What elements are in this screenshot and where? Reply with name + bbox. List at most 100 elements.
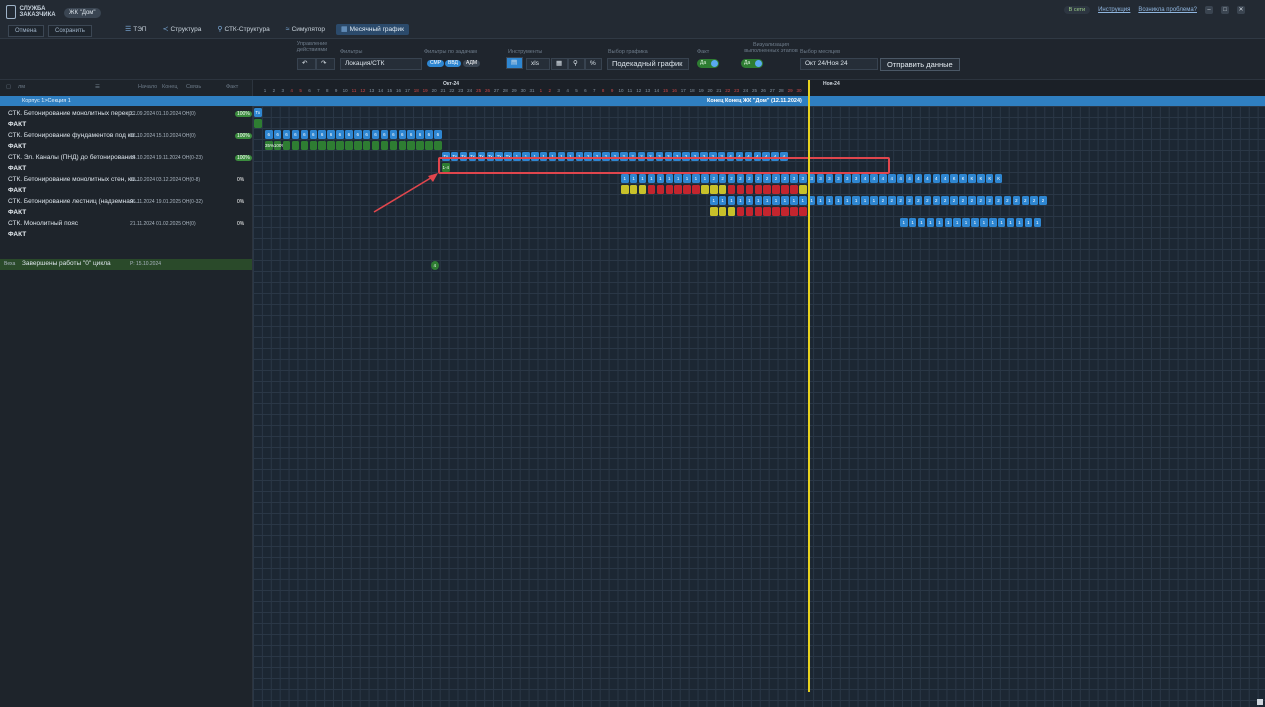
gantt-cell[interactable] [291,141,300,150]
gantt-cell[interactable] [647,185,656,194]
gantt-cell[interactable]: 6 [345,130,353,139]
project-selector[interactable]: ЖК "Дом" [64,8,101,18]
cancel-button[interactable]: Отмена [8,25,44,37]
gantt-cell[interactable]: 2 [754,174,762,183]
gantt-cell[interactable] [354,141,362,150]
gantt-cell[interactable]: 3 [799,174,807,183]
gantt-cell[interactable]: 2 [718,174,727,183]
gantt-cell[interactable] [300,141,309,150]
app-logo[interactable]: СЛУЖБА ЗАКАЗЧИКА [6,5,58,19]
gantt-cell[interactable]: 1 [665,174,673,183]
gantt-cell[interactable]: 1 [825,196,834,205]
gantt-cell[interactable]: 3 [816,174,825,183]
task-row[interactable]: СТК. Бетонирование лестниц (надземная...… [0,197,252,208]
gantt-cell[interactable]: 2 [772,174,780,183]
gantt-cell[interactable] [763,185,771,194]
gantt-cell[interactable]: 4 [941,174,949,183]
gantt-cell[interactable] [736,207,745,216]
gantt-cell[interactable]: 1 [701,174,709,183]
gantt-cell[interactable]: 6 [265,130,273,139]
task-filter-vvd[interactable]: ВВД [445,60,461,67]
gantt-cell[interactable]: 1 [621,174,629,183]
gantt-cell[interactable] [718,207,727,216]
gantt-cell[interactable] [736,185,745,194]
gantt-cell[interactable]: 1 [799,196,807,205]
gantt-cell[interactable]: 1 [971,218,979,227]
nav-monthly-schedule[interactable]: ▦ Месячный график [335,24,409,35]
fact-row[interactable]: ФАКТ [0,120,252,131]
gantt-cell[interactable]: 4 [870,174,878,183]
gantt-cell[interactable] [425,141,433,150]
gantt-cell[interactable]: 6 [300,130,309,139]
gantt-cell[interactable]: 1 [852,196,860,205]
gantt-cell[interactable] [745,207,754,216]
export-xls-button[interactable]: xls [526,58,550,70]
gantt-cell[interactable]: 2 [763,174,771,183]
gantt-cell[interactable]: 1 [843,196,851,205]
nav-structure[interactable]: ≺ Структура [158,24,207,35]
gantt-cell[interactable] [416,141,424,150]
gantt-cell[interactable]: К [977,174,985,183]
gantt-cell[interactable]: 2 [781,174,789,183]
gantt-cell[interactable]: 100% [273,141,285,150]
gantt-cell[interactable]: 1 [790,196,798,205]
milestone-marker[interactable]: 4 [431,261,439,270]
gantt-cell[interactable]: 6 [416,130,424,139]
gantt-cell[interactable]: 4 [896,174,905,183]
gantt-cell[interactable]: 1 [692,174,700,183]
gantt-cell[interactable]: 2 [914,196,923,205]
gantt-cell[interactable] [665,185,673,194]
gantt-cell[interactable]: 6 [282,130,291,139]
gantt-cell[interactable] [674,185,682,194]
gantt-cell[interactable] [621,185,629,194]
fact-row[interactable]: ФАКТ [0,208,252,219]
gantt-cell[interactable] [701,185,709,194]
gantt-cell[interactable]: 1 [816,196,825,205]
gantt-cell[interactable]: 2 [736,174,745,183]
columns-icon[interactable]: ☰ [95,84,100,90]
visual-toggle[interactable]: Да [741,59,763,68]
graph-select[interactable]: Подекадный график [607,58,689,70]
gantt-cell[interactable]: 1 [710,196,718,205]
gantt-cell[interactable]: 2 [950,196,958,205]
gantt-cell[interactable] [336,141,344,150]
gantt-cell[interactable] [799,185,807,194]
gantt-cell[interactable] [781,207,789,216]
gantt-cell[interactable]: 6 [309,130,317,139]
gantt-cell[interactable]: К [985,174,994,183]
gantt-cell[interactable]: 2 [905,196,914,205]
gantt-cell[interactable]: 2 [941,196,949,205]
task-filter-smr[interactable]: СМР [427,60,445,67]
gantt-cell[interactable]: 1 [754,196,762,205]
gantt-cell[interactable]: 2 [985,196,994,205]
gantt-cell[interactable]: 35% [265,141,274,150]
gantt-cell[interactable]: 2 [896,196,905,205]
gantt-cell[interactable]: 6 [291,130,300,139]
gantt-cell[interactable]: 1 [908,218,917,227]
gantt-cell[interactable]: 2 [959,196,967,205]
gantt-cell[interactable]: 1 [962,218,970,227]
gantt-cell[interactable]: 1 [674,174,682,183]
gantt-cell[interactable]: 2 [923,196,932,205]
percent-icon[interactable]: % [585,58,602,70]
task-row[interactable]: СТК. Бетонирование фундаментов под ко...… [0,131,252,142]
gantt-cell[interactable]: 3 [790,174,798,183]
task-row[interactable]: СТК. Эл. Каналы (ПНД) до бетонирования 16… [0,153,252,164]
gantt-cell[interactable] [309,141,317,150]
gantt-cell[interactable]: 2 [1012,196,1021,205]
gantt-cell[interactable]: 1 [953,218,961,227]
gantt-cell[interactable]: 4 [923,174,932,183]
gantt-cell[interactable] [380,141,389,150]
gantt-cell[interactable]: 1 [781,196,789,205]
instructions-link[interactable]: Инструкция [1098,7,1130,13]
gantt-cell[interactable]: 2 [710,174,718,183]
gantt-cell[interactable]: 6 [389,130,398,139]
send-data-button[interactable]: Отправить данные [880,58,960,71]
location-filter[interactable]: Локация/СТК [340,58,422,70]
gantt-cell[interactable]: 1 [736,196,745,205]
filter-icon[interactable]: ▢ [6,84,11,90]
gantt-cell[interactable]: 2 [745,174,754,183]
gantt-cell[interactable] [772,207,780,216]
gantt-cell[interactable]: 1 [834,196,843,205]
undo-icon[interactable]: ↶ [297,58,316,70]
